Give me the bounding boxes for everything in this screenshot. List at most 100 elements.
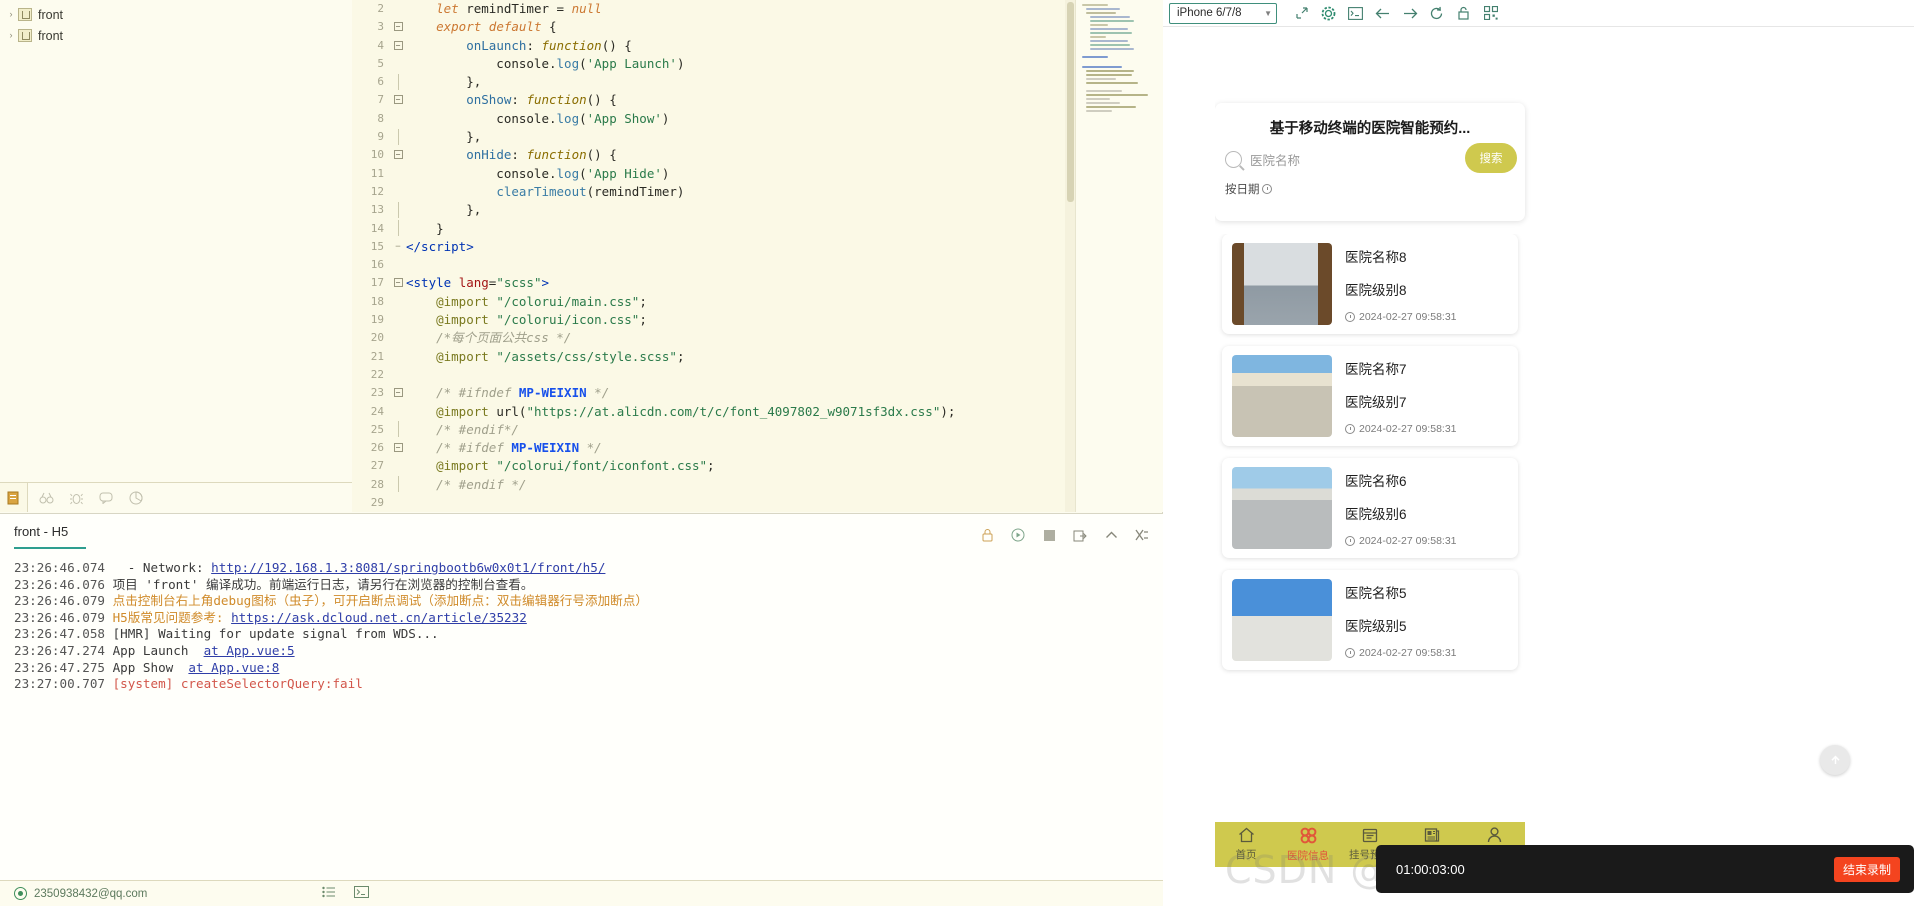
chevron-down-icon[interactable]: ▼ (1264, 9, 1272, 18)
preview-toolbar[interactable]: iPhone 6/7/8 ▼ (1163, 0, 1914, 27)
hospital-list[interactable]: 医院名称8医院级别82024-02-27 09:58:31 医院名称7医院级别72… (1215, 234, 1525, 867)
fold-marker[interactable]: − (390, 18, 406, 36)
comment-icon[interactable] (94, 486, 118, 510)
code-line[interactable]: 19 @import "/colorui/icon.css"; (352, 311, 1075, 329)
fold-marker[interactable] (390, 110, 406, 128)
code-line[interactable]: 6 }, (352, 73, 1075, 91)
code-body[interactable]: 2 let remindTimer = null3− export defaul… (352, 0, 1075, 512)
lock-icon[interactable] (978, 526, 996, 544)
fold-marker[interactable]: − (390, 238, 406, 256)
code-line[interactable]: 17−<style lang="scss"> (352, 274, 1075, 292)
fold-marker[interactable] (390, 457, 406, 475)
fold-marker[interactable] (390, 165, 406, 183)
code-minimap[interactable] (1075, 0, 1163, 512)
terminal-icon[interactable] (354, 886, 369, 901)
debug-toolbar[interactable] (0, 482, 352, 512)
collapse-icon[interactable] (1102, 526, 1120, 544)
code-line[interactable]: 24 @import url("https://at.alicdn.com/t/… (352, 403, 1075, 421)
tree-item-front-1[interactable]: › front (0, 4, 352, 25)
console-tab-front-h5[interactable]: front - H5 (14, 524, 82, 549)
editor-scroll-thumb[interactable] (1067, 2, 1074, 202)
fold-marker[interactable] (390, 128, 406, 146)
console-toolbar[interactable] (978, 526, 1151, 544)
fold-marker[interactable]: − (390, 146, 406, 164)
code-editor[interactable]: 2 let remindTimer = null3− export defaul… (352, 0, 1075, 512)
code-line[interactable]: 14 } (352, 220, 1075, 238)
hospital-card[interactable]: 医院名称7医院级别72024-02-27 09:58:31 (1222, 346, 1518, 446)
refresh-icon[interactable] (1423, 2, 1450, 24)
fold-marker[interactable] (390, 0, 406, 18)
project-file-tree[interactable]: › front › front (0, 0, 352, 512)
code-line[interactable]: 2 let remindTimer = null (352, 0, 1075, 18)
stop-recording-button[interactable]: 结束录制 (1834, 857, 1900, 882)
hospital-card[interactable]: 医院名称8医院级别82024-02-27 09:58:31 (1222, 234, 1518, 334)
code-line[interactable]: 20 /*每个页面公共css */ (352, 329, 1075, 347)
binoculars-icon[interactable] (34, 486, 58, 510)
fold-marker[interactable] (390, 55, 406, 73)
search-input[interactable]: 医院名称 (1250, 150, 1300, 169)
hospital-card[interactable]: 医院名称6医院级别62024-02-27 09:58:31 (1222, 458, 1518, 558)
code-line[interactable]: 10− onHide: function() { (352, 146, 1075, 164)
console-log-output[interactable]: 23:26:46.074 - Network: http://192.168.1… (0, 558, 1163, 693)
file-icon[interactable] (0, 483, 28, 512)
hospital-card[interactable]: 医院名称5医院级别52024-02-27 09:58:31 (1222, 570, 1518, 670)
export-icon[interactable] (1071, 526, 1089, 544)
code-line[interactable]: 5 console.log('App Launch') (352, 55, 1075, 73)
forward-arrow-icon[interactable] (1396, 2, 1423, 24)
code-line[interactable]: 15−</script> (352, 238, 1075, 256)
fold-marker[interactable] (390, 293, 406, 311)
phone-viewport[interactable]: 基于移动终端的医院智能预约... 医院名称 搜索 按日期 医院名称8医院级别82… (1215, 29, 1860, 867)
code-line[interactable]: 21 @import "/assets/css/style.scss"; (352, 348, 1075, 366)
sort-control[interactable]: 按日期 (1215, 169, 1525, 197)
code-line[interactable]: 3− export default { (352, 18, 1075, 36)
code-line[interactable]: 13 }, (352, 201, 1075, 219)
search-bar[interactable]: 医院名称 搜索 (1215, 138, 1525, 169)
fold-marker[interactable]: − (390, 37, 406, 55)
qrcode-icon[interactable] (1477, 2, 1504, 24)
fold-marker[interactable]: − (390, 384, 406, 402)
fold-marker[interactable] (390, 421, 406, 439)
code-line[interactable]: 9 }, (352, 128, 1075, 146)
fold-marker[interactable] (390, 348, 406, 366)
lock-icon[interactable] (1450, 2, 1477, 24)
fold-marker[interactable] (390, 366, 406, 384)
list-icon[interactable] (322, 886, 336, 901)
back-arrow-icon[interactable] (1369, 2, 1396, 24)
device-selector[interactable]: iPhone 6/7/8 ▼ (1169, 3, 1277, 24)
code-line[interactable]: 16 (352, 256, 1075, 274)
chevron-right-icon[interactable]: › (4, 10, 18, 19)
fold-marker[interactable] (390, 494, 406, 512)
fold-marker[interactable] (390, 73, 406, 91)
console-icon[interactable] (1342, 2, 1369, 24)
code-line[interactable]: 26− /* #ifdef MP-WEIXIN */ (352, 439, 1075, 457)
chevron-right-icon[interactable]: › (4, 31, 18, 40)
code-line[interactable]: 7− onShow: function() { (352, 91, 1075, 109)
code-line[interactable]: 22 (352, 366, 1075, 384)
fold-marker[interactable] (390, 329, 406, 347)
editor-scrollbar[interactable] (1065, 0, 1075, 512)
code-line[interactable]: 27 @import "/colorui/font/iconfont.css"; (352, 457, 1075, 475)
fold-marker[interactable] (390, 201, 406, 219)
code-line[interactable]: 8 console.log('App Show') (352, 110, 1075, 128)
code-line[interactable]: 12 clearTimeout(remindTimer) (352, 183, 1075, 201)
code-line[interactable]: 18 @import "/colorui/main.css"; (352, 293, 1075, 311)
play-icon[interactable] (1009, 526, 1027, 544)
scroll-to-top-button[interactable] (1820, 745, 1850, 775)
search-button[interactable]: 搜索 (1465, 143, 1517, 173)
code-line[interactable]: 11 console.log('App Hide') (352, 165, 1075, 183)
fold-marker[interactable] (390, 220, 406, 238)
fold-marker[interactable]: − (390, 274, 406, 292)
code-line[interactable]: 25 /* #endif*/ (352, 421, 1075, 439)
code-line[interactable]: 4− onLaunch: function() { (352, 37, 1075, 55)
fold-marker[interactable] (390, 403, 406, 421)
account-email[interactable]: 2350938432@qq.com (34, 888, 147, 900)
fold-marker[interactable]: − (390, 91, 406, 109)
chart-icon[interactable] (124, 486, 148, 510)
stop-icon[interactable] (1040, 526, 1058, 544)
fold-marker[interactable]: − (390, 439, 406, 457)
gear-icon[interactable] (1315, 2, 1342, 24)
fold-marker[interactable] (390, 256, 406, 274)
code-line[interactable]: 29 (352, 494, 1075, 512)
bug-icon[interactable] (64, 486, 88, 510)
resize-icon[interactable] (1288, 2, 1315, 24)
